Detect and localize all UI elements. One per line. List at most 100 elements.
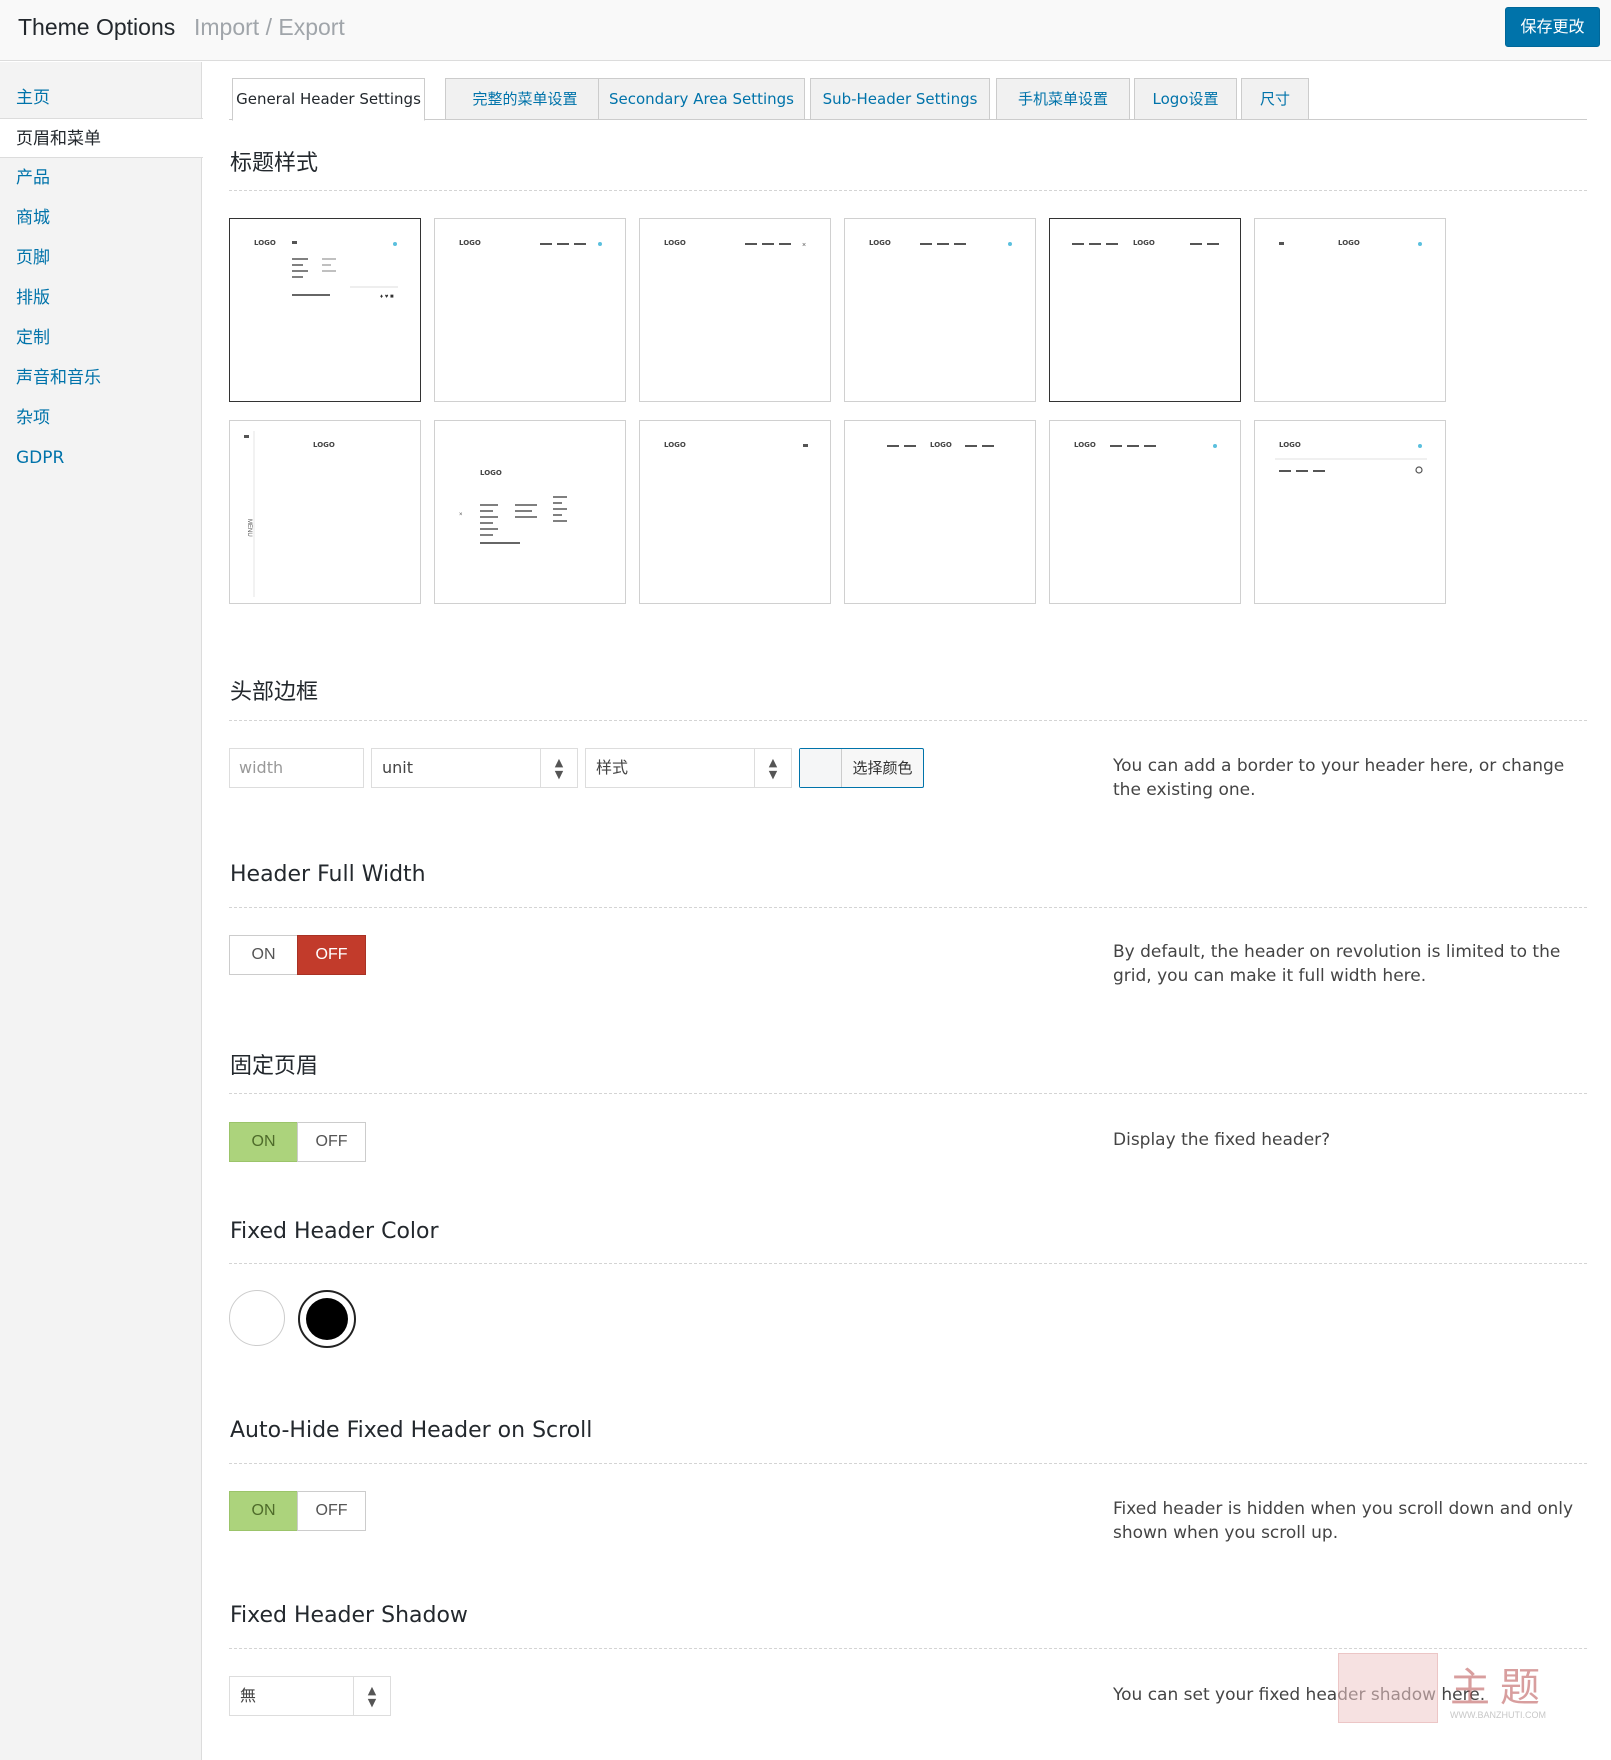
- toggle-off-button[interactable]: OFF: [297, 1491, 366, 1531]
- tab-full-menu[interactable]: 完整的菜单设置: [445, 78, 605, 120]
- shadow-select[interactable]: 無 ▲ ▼: [229, 1676, 391, 1716]
- header-style-preview-icon: LOGO: [664, 441, 808, 449]
- tab-secondary-area[interactable]: Secondary Area Settings: [598, 78, 805, 120]
- divider: [229, 1093, 1587, 1094]
- header-style-preview-icon: LOGO ×: [459, 469, 567, 544]
- fixed-header-shadow-title: Fixed Header Shadow: [230, 1603, 468, 1628]
- header-style-option[interactable]: LOGO: [844, 218, 1036, 402]
- select-arrows-icon: ▲ ▼: [540, 749, 577, 787]
- header-border-title: 头部边框: [230, 680, 319, 705]
- svg-text:×: ×: [459, 512, 463, 518]
- svg-text:MENU: MENU: [246, 519, 252, 537]
- color-option-black[interactable]: [298, 1290, 356, 1348]
- svg-text:♦ ♥ ■: ♦ ♥ ■: [380, 294, 394, 300]
- header-style-preview-icon: LOGO: [1072, 239, 1219, 247]
- shadow-select-value: 無: [240, 1686, 257, 1705]
- svg-text:LOGO: LOGO: [664, 239, 686, 247]
- header-style-option[interactable]: LOGO ×: [639, 218, 831, 402]
- auto-hide-description: Fixed header is hidden when you scroll d…: [1113, 1499, 1574, 1543]
- select-color-label: 选择颜色: [852, 759, 913, 777]
- header-style-option[interactable]: MENU LOGO: [229, 420, 421, 604]
- divider: [229, 1263, 1587, 1264]
- svg-text:LOGO: LOGO: [664, 441, 686, 449]
- header-style-preview-icon: LOGO: [887, 441, 994, 449]
- watermark-url: WWW.BANZHUTI.COM: [1450, 1710, 1546, 1720]
- toggle-on-button[interactable]: ON: [229, 1122, 298, 1162]
- import-export-link[interactable]: Import / Export: [194, 14, 345, 41]
- header-style-preview-icon: LOGO ♦ ♥ ■: [254, 239, 398, 300]
- color-option-black-fill: [306, 1298, 348, 1340]
- svg-text:×: ×: [802, 242, 806, 249]
- svg-text:LOGO: LOGO: [254, 239, 276, 247]
- divider: [229, 907, 1587, 908]
- header-style-option[interactable]: LOGO: [1049, 218, 1241, 402]
- svg-text:LOGO: LOGO: [869, 239, 891, 247]
- border-unit-select[interactable]: unit ▲ ▼: [371, 748, 578, 788]
- watermark-stamp: [1338, 1653, 1438, 1723]
- auto-hide-toggle: ON OFF: [229, 1491, 367, 1531]
- sidebar-item-products[interactable]: 产品: [0, 158, 202, 198]
- divider: [229, 720, 1587, 721]
- svg-text:LOGO: LOGO: [1133, 239, 1155, 247]
- header-style-preview-icon: LOGO: [459, 239, 602, 247]
- toggle-on-button[interactable]: ON: [229, 935, 298, 975]
- color-option-white[interactable]: [229, 1290, 285, 1346]
- fixed-header-toggle: ON OFF: [229, 1122, 367, 1162]
- watermark-text: 主题: [1450, 1665, 1550, 1711]
- border-style-select[interactable]: 样式 ▲ ▼: [585, 748, 792, 788]
- header-style-option[interactable]: LOGO: [1049, 420, 1241, 604]
- color-swatch: [800, 749, 842, 787]
- sidebar-item-shop[interactable]: 商城: [0, 198, 202, 238]
- header-full-width-description: By default, the header on revolution is …: [1113, 942, 1561, 986]
- auto-hide-title: Auto-Hide Fixed Header on Scroll: [230, 1418, 593, 1443]
- header-style-preview-icon: LOGO: [1279, 239, 1422, 247]
- select-arrows-icon: ▲ ▼: [754, 749, 791, 787]
- sidebar-item-gdpr[interactable]: GDPR: [0, 438, 202, 478]
- header-style-preview-icon: LOGO ×: [664, 239, 806, 249]
- divider: [229, 1463, 1587, 1464]
- header-full-width-title: Header Full Width: [230, 862, 426, 887]
- page-title: Theme Options: [18, 14, 176, 40]
- toggle-off-button[interactable]: OFF: [297, 935, 366, 975]
- sidebar-item-sound-music[interactable]: 声音和音乐: [0, 358, 202, 398]
- settings-tabs: General Header Settings 完整的菜单设置 Secondar…: [229, 78, 1587, 121]
- divider: [229, 1648, 1587, 1649]
- toggle-off-button[interactable]: OFF: [297, 1122, 366, 1162]
- select-arrows-icon: ▲ ▼: [353, 1677, 390, 1715]
- svg-text:LOGO: LOGO: [930, 441, 952, 449]
- header-full-width-toggle: ON OFF: [229, 935, 367, 975]
- header-style-option[interactable]: LOGO ♦ ♥ ■: [229, 218, 421, 402]
- header-style-preview-icon: LOGO: [869, 239, 1012, 247]
- sidebar-item-misc[interactable]: 杂项: [0, 398, 202, 438]
- border-color-picker[interactable]: 选择颜色: [799, 748, 924, 788]
- border-width-input[interactable]: width: [229, 748, 364, 788]
- svg-text:LOGO: LOGO: [459, 239, 481, 247]
- svg-text:LOGO: LOGO: [1074, 441, 1096, 449]
- tab-mobile-menu[interactable]: 手机菜单设置: [996, 78, 1130, 120]
- header-style-preview-icon: LOGO: [1275, 441, 1427, 474]
- tab-logo-settings[interactable]: Logo设置: [1134, 78, 1237, 120]
- header-style-preview-icon: MENU LOGO: [244, 431, 335, 597]
- fixed-header-title: 固定页眉: [230, 1054, 319, 1079]
- tab-dimensions[interactable]: 尺寸: [1241, 78, 1309, 120]
- border-style-value: 样式: [596, 758, 629, 777]
- header-style-option[interactable]: LOGO: [1254, 218, 1446, 402]
- border-unit-value: unit: [382, 758, 413, 777]
- header-style-option[interactable]: LOGO: [434, 218, 626, 402]
- sidebar-item-footer[interactable]: 页脚: [0, 238, 202, 278]
- svg-text:LOGO: LOGO: [313, 441, 335, 449]
- toggle-on-button[interactable]: ON: [229, 1491, 298, 1531]
- tab-sub-header[interactable]: Sub-Header Settings: [810, 78, 990, 120]
- save-button[interactable]: 保存更改: [1505, 7, 1600, 47]
- header-style-option[interactable]: LOGO: [844, 420, 1036, 604]
- header-style-option[interactable]: LOGO: [1254, 420, 1446, 604]
- sidebar-item-custom[interactable]: 定制: [0, 318, 202, 358]
- tab-general-header[interactable]: General Header Settings: [232, 78, 425, 121]
- svg-text:LOGO: LOGO: [1279, 441, 1301, 449]
- svg-text:LOGO: LOGO: [1338, 239, 1360, 247]
- sidebar-item-home[interactable]: 主页: [0, 78, 202, 118]
- sidebar-item-header-menu[interactable]: 页眉和菜单: [0, 118, 203, 158]
- header-style-option[interactable]: LOGO: [639, 420, 831, 604]
- sidebar-item-typography[interactable]: 排版: [0, 278, 202, 318]
- header-style-option[interactable]: LOGO ×: [434, 420, 626, 604]
